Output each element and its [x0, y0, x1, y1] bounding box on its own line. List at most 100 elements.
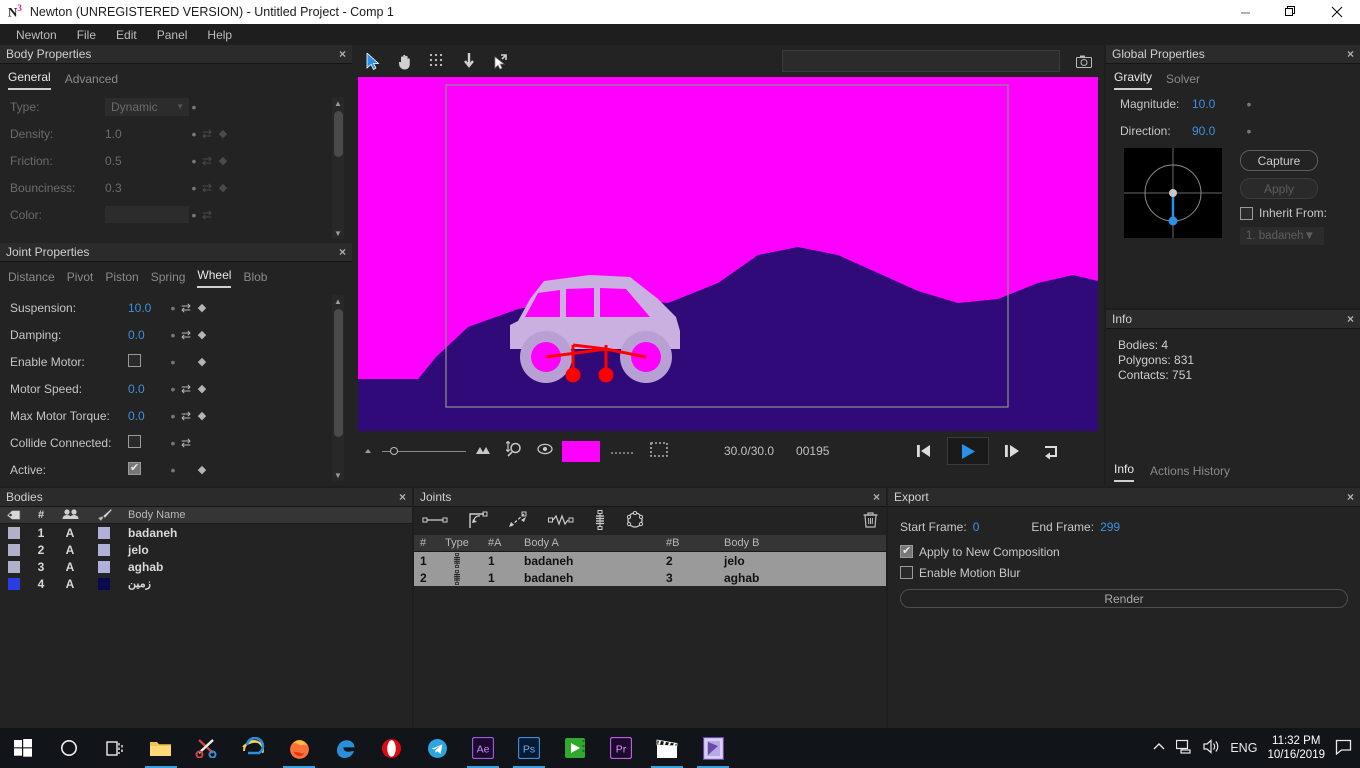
- row-body-name[interactable]: aghab: [122, 560, 412, 574]
- zoom-in-icon[interactable]: [474, 444, 492, 458]
- zoom-out-icon[interactable]: [362, 444, 374, 458]
- photoshop[interactable]: Ps: [506, 728, 552, 768]
- row-body-name[interactable]: زمین: [122, 577, 412, 590]
- tab-spring[interactable]: Spring: [151, 270, 186, 288]
- premiere-pro[interactable]: Pr: [598, 728, 644, 768]
- wheel-joint-icon[interactable]: [594, 509, 606, 533]
- row-group[interactable]: A: [54, 526, 86, 540]
- close-icon[interactable]: ×: [339, 47, 346, 61]
- camera-icon[interactable]: [1072, 50, 1096, 72]
- gravity-arrow-tool[interactable]: [456, 49, 482, 73]
- friction-value[interactable]: 0.5: [105, 154, 189, 168]
- keyframe-dot-icon[interactable]: •: [189, 154, 199, 168]
- randomize-icon[interactable]: ⇄: [178, 409, 194, 423]
- row-group[interactable]: A: [54, 560, 86, 574]
- pivot-joint-icon[interactable]: [468, 511, 488, 532]
- randomize-icon[interactable]: ⇄: [199, 208, 215, 222]
- row-body-name[interactable]: jelo: [122, 543, 412, 557]
- internet-explorer[interactable]: [230, 728, 276, 768]
- close-icon[interactable]: ×: [873, 490, 880, 504]
- table-row[interactable]: 3 A aghab: [0, 558, 412, 575]
- table-row[interactable]: 1 A badaneh: [0, 524, 412, 541]
- row-body-name[interactable]: badaneh: [122, 526, 412, 540]
- clock[interactable]: 11:32 PM 10/16/2019: [1267, 734, 1325, 762]
- bounciness-value[interactable]: 0.3: [105, 181, 189, 195]
- close-icon[interactable]: ×: [339, 245, 346, 259]
- keyframe-dot-icon[interactable]: •: [168, 463, 178, 477]
- tab-advanced[interactable]: Advanced: [65, 72, 118, 90]
- minimize-button[interactable]: [1222, 0, 1268, 24]
- row-color-swatch[interactable]: [86, 577, 122, 590]
- row-color-swatch[interactable]: [86, 526, 122, 539]
- randomize-icon[interactable]: ⇄: [178, 382, 194, 396]
- physics-canvas[interactable]: [358, 77, 1098, 431]
- menu-edit[interactable]: Edit: [106, 26, 147, 44]
- tab-pivot[interactable]: Pivot: [67, 270, 94, 288]
- keyframe-diamond-icon[interactable]: ◆: [215, 181, 231, 194]
- select-arrow-tool[interactable]: [360, 49, 386, 73]
- newton-app[interactable]: [690, 728, 736, 768]
- tab-wheel[interactable]: Wheel: [197, 268, 232, 288]
- keyframe-dot-icon[interactable]: •: [189, 100, 199, 114]
- scroll-up-icon[interactable]: ▲: [332, 97, 344, 109]
- grid-tool[interactable]: [424, 49, 450, 73]
- row-group[interactable]: A: [54, 543, 86, 557]
- randomize-icon[interactable]: ⇄: [199, 154, 215, 168]
- suspension-value[interactable]: 10.0: [128, 301, 168, 315]
- start-frame-value[interactable]: 0: [973, 520, 980, 534]
- after-effects[interactable]: Ae: [460, 728, 506, 768]
- step-forward-icon[interactable]: [997, 438, 1027, 464]
- movie-maker[interactable]: [644, 728, 690, 768]
- damping-value[interactable]: 0.0: [128, 328, 168, 342]
- table-row[interactable]: 1 1 badaneh 2 jelo: [414, 552, 886, 569]
- keyframe-dot-icon[interactable]: •: [189, 181, 199, 195]
- direction-value[interactable]: 90.0: [1192, 124, 1244, 138]
- visibility-swatch[interactable]: [0, 577, 28, 590]
- table-row[interactable]: 2 A jelo: [0, 541, 412, 558]
- background-color-swatch[interactable]: [562, 440, 600, 462]
- enable-motion-blur-checkbox[interactable]: [900, 566, 913, 579]
- tab-info[interactable]: Info: [1114, 462, 1135, 482]
- visibility-swatch[interactable]: [0, 526, 28, 539]
- distance-joint-icon[interactable]: [422, 514, 448, 529]
- zoom-slider[interactable]: [382, 446, 466, 455]
- menu-newton[interactable]: Newton: [6, 26, 67, 44]
- piston-joint-icon[interactable]: [508, 511, 528, 532]
- menu-file[interactable]: File: [67, 26, 106, 44]
- randomize-icon[interactable]: ⇄: [199, 181, 215, 195]
- keyframe-diamond-icon[interactable]: ◆: [215, 154, 231, 167]
- inherit-from-select[interactable]: 1. badaneh ▼: [1240, 227, 1324, 245]
- keyframe-diamond-icon[interactable]: ◆: [194, 409, 210, 422]
- tab-actions-history[interactable]: Actions History: [1150, 464, 1230, 482]
- dashed-line-icon[interactable]: [610, 444, 634, 458]
- cortana-search[interactable]: [46, 728, 92, 768]
- spring-joint-icon[interactable]: [548, 513, 574, 529]
- keyframe-diamond-icon[interactable]: ◆: [194, 328, 210, 341]
- play-button[interactable]: [947, 437, 990, 465]
- tab-piston[interactable]: Piston: [105, 270, 138, 288]
- search-input[interactable]: [782, 50, 1060, 72]
- capture-button[interactable]: Capture: [1240, 150, 1318, 171]
- keyframe-dot-icon[interactable]: •: [168, 355, 178, 369]
- gravity-direction-pad[interactable]: [1124, 148, 1222, 238]
- keyframe-diamond-icon[interactable]: ◆: [194, 382, 210, 395]
- keyframe-dot-icon[interactable]: •: [168, 436, 178, 450]
- close-icon[interactable]: ×: [1347, 490, 1354, 504]
- row-color-swatch[interactable]: [86, 543, 122, 556]
- scroll-down-icon[interactable]: ▼: [332, 469, 344, 481]
- keyframe-diamond-icon[interactable]: ◆: [215, 127, 231, 140]
- max-motor-torque-value[interactable]: 0.0: [128, 409, 168, 423]
- enable-motion-blur-row[interactable]: Enable Motion Blur: [888, 562, 1360, 583]
- apply-to-new-composition-row[interactable]: Apply to New Composition: [888, 541, 1360, 562]
- network-icon[interactable]: [1176, 739, 1193, 757]
- tab-blob[interactable]: Blob: [243, 270, 267, 288]
- randomize-icon[interactable]: ⇄: [178, 436, 194, 450]
- keyframe-dot-icon[interactable]: •: [168, 409, 178, 423]
- pan-hand-tool[interactable]: [392, 49, 418, 73]
- menu-help[interactable]: Help: [197, 26, 242, 44]
- snipping-tool[interactable]: [184, 728, 230, 768]
- table-row[interactable]: 2 1 badaneh 3 aghab: [414, 569, 886, 586]
- type-select[interactable]: Dynamic ▼: [105, 97, 189, 116]
- trash-icon[interactable]: [863, 511, 878, 531]
- inherit-from-checkbox[interactable]: [1240, 206, 1253, 220]
